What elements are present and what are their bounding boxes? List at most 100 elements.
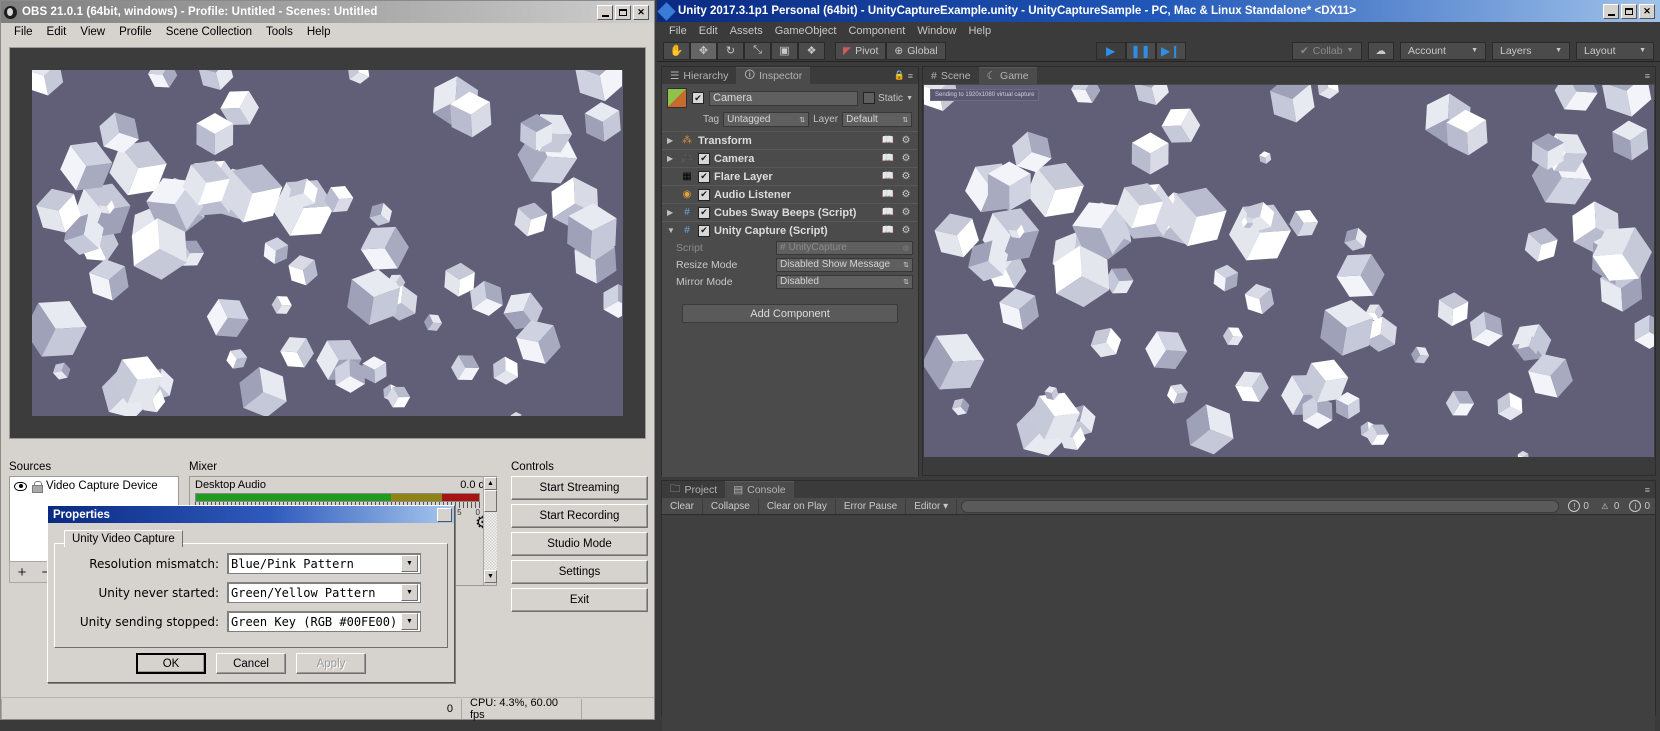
unity-minimize-button[interactable] [1603, 4, 1619, 19]
chevron-down-icon[interactable]: ▼ [401, 555, 418, 572]
add-component-button[interactable]: Add Component [682, 304, 898, 323]
obs-close-button[interactable]: ✕ [633, 5, 649, 20]
console-message-list[interactable] [662, 515, 1655, 731]
start-recording-button[interactable]: Start Recording [511, 504, 648, 528]
unity-menu-assets[interactable]: Assets [724, 23, 769, 39]
cancel-button[interactable]: Cancel [216, 653, 286, 674]
unity-menu-gameobject[interactable]: GameObject [769, 23, 843, 39]
gameobject-name-input[interactable]: Camera [709, 91, 858, 106]
component-camera[interactable]: ▶ 🎥 ✔ Camera 📖⚙ [662, 149, 918, 167]
list-item[interactable]: Video Capture Device [10, 477, 178, 495]
gear-icon[interactable]: ⚙ [899, 134, 913, 148]
resolution-mismatch-select[interactable]: Blue/Pink Pattern ▼ [227, 553, 421, 574]
settings-button[interactable]: Settings [511, 560, 648, 584]
obs-maximize-button[interactable] [615, 5, 631, 20]
pause-button[interactable]: ❚❚ [1126, 42, 1156, 60]
static-checkbox[interactable] [863, 92, 875, 104]
unity-maximize-button[interactable] [1621, 4, 1637, 19]
obs-menu-profile[interactable]: Profile [112, 24, 159, 40]
console-search-input[interactable] [961, 500, 1559, 513]
play-button[interactable]: ▶ [1096, 42, 1126, 60]
handle-space-button[interactable]: ⊕ Global [886, 42, 945, 60]
chevron-down-icon[interactable]: ▼ [401, 584, 418, 601]
scroll-thumb[interactable] [484, 490, 497, 512]
scroll-up-button[interactable]: ▲ [484, 477, 497, 490]
info-count-badge[interactable]: i 0 [1624, 500, 1655, 512]
error-count-badge[interactable]: ! 0 [1563, 500, 1594, 512]
chevron-down-icon[interactable]: ▼ [401, 613, 418, 630]
tab-project[interactable]: 🗀 Project [662, 481, 725, 498]
lock-icon[interactable]: 🔒 [894, 70, 905, 81]
menu-icon[interactable]: ≡ [908, 71, 913, 81]
clear-on-play-toggle[interactable]: Clear on Play [759, 499, 836, 514]
mirror-mode-select[interactable]: Disabled ⇅ [776, 275, 913, 289]
add-source-button[interactable]: + [10, 562, 34, 582]
component-enabled-checkbox[interactable]: ✔ [698, 189, 710, 201]
book-icon[interactable]: 📖 [881, 188, 895, 202]
gear-icon[interactable]: ⚙ [899, 170, 913, 184]
component-enabled-checkbox[interactable]: ✔ [698, 153, 710, 165]
scroll-down-button[interactable]: ▼ [484, 570, 497, 583]
scroll-track[interactable] [484, 512, 497, 570]
tab-scene[interactable]: # Scene [923, 67, 979, 84]
game-canvas[interactable]: Sending to 1920x1080 virtual capture [924, 85, 1654, 457]
gear-icon[interactable]: ⚙ [899, 188, 913, 202]
gear-icon[interactable]: ⚙ [899, 224, 913, 238]
gameobject-enabled-checkbox[interactable]: ✔ [692, 92, 704, 104]
exit-button[interactable]: Exit [511, 588, 648, 612]
book-icon[interactable]: 📖 [881, 224, 895, 238]
rect-tool-icon[interactable]: ▣ [771, 42, 798, 60]
obs-menu-tools[interactable]: Tools [259, 24, 300, 40]
cloud-button[interactable]: ☁ [1368, 42, 1395, 60]
lock-icon[interactable] [32, 481, 41, 491]
gear-icon[interactable]: ⚙ [899, 152, 913, 166]
obs-menu-help[interactable]: Help [300, 24, 338, 40]
unity-menu-help[interactable]: Help [962, 23, 997, 39]
tab-console[interactable]: ▤ Console [725, 481, 793, 498]
pivot-button[interactable]: ◤ Pivot [835, 42, 886, 60]
component-transform[interactable]: ▶ ⁂ Transform 📖⚙ [662, 131, 918, 149]
clear-button[interactable]: Clear [662, 499, 703, 514]
hand-tool-icon[interactable]: ✋ [663, 42, 690, 60]
component-unity-capture[interactable]: ▼ # ✔ Unity Capture (Script) 📖⚙ [662, 221, 918, 239]
layers-button[interactable]: Layers ▼ [1492, 42, 1570, 60]
obs-menu-scene-collection[interactable]: Scene Collection [159, 24, 259, 40]
obs-minimize-button[interactable] [597, 5, 613, 20]
studio-mode-button[interactable]: Studio Mode [511, 532, 648, 556]
tag-select[interactable]: Untagged ⇅ [723, 112, 809, 127]
gear-icon[interactable]: ⚙ [899, 206, 913, 220]
ok-button[interactable]: OK [136, 653, 206, 674]
collab-button[interactable]: ✔ Collab ▼ [1292, 42, 1362, 60]
book-icon[interactable]: 📖 [881, 152, 895, 166]
menu-icon[interactable]: ≡ [1645, 485, 1650, 495]
menu-icon[interactable]: ≡ [1645, 71, 1650, 81]
mixer-scrollbar[interactable]: ▲ ▼ [483, 477, 496, 585]
tab-hierarchy[interactable]: ☰ Hierarchy [662, 67, 736, 84]
resize-mode-select[interactable]: Disabled Show Message ⇅ [776, 258, 913, 272]
unity-never-started-select[interactable]: Green/Yellow Pattern ▼ [227, 582, 421, 603]
unity-close-button[interactable]: ✕ [1639, 4, 1655, 19]
component-cubes-sway-beeps[interactable]: ▶ # ✔ Cubes Sway Beeps (Script) 📖⚙ [662, 203, 918, 221]
component-enabled-checkbox[interactable]: ✔ [698, 225, 710, 237]
close-icon[interactable]: close-icon [437, 508, 452, 522]
editor-dropdown[interactable]: Editor ▾ [906, 499, 957, 514]
chevron-down-icon[interactable]: ▼ [906, 95, 913, 102]
object-picker-icon[interactable]: ◎ [903, 244, 909, 252]
rotate-tool-icon[interactable]: ↻ [717, 42, 744, 60]
tab-unity-video-capture[interactable]: Unity Video Capture [64, 530, 183, 547]
scale-tool-icon[interactable]: ⤡ [744, 42, 771, 60]
unity-menu-edit[interactable]: Edit [693, 23, 724, 39]
book-icon[interactable]: 📖 [881, 206, 895, 220]
warning-count-badge[interactable]: ⚠ 0 [1594, 500, 1625, 512]
unity-menu-window[interactable]: Window [911, 23, 962, 39]
start-streaming-button[interactable]: Start Streaming [511, 476, 648, 500]
book-icon[interactable]: 📖 [881, 134, 895, 148]
foldout-icon[interactable]: ▶ [667, 154, 676, 163]
component-enabled-checkbox[interactable]: ✔ [698, 171, 710, 183]
component-enabled-checkbox[interactable]: ✔ [698, 207, 710, 219]
layout-button[interactable]: Layout ▼ [1576, 42, 1654, 60]
obs-menu-file[interactable]: File [7, 24, 40, 40]
eye-icon[interactable] [14, 482, 27, 491]
obs-preview-canvas[interactable] [32, 70, 623, 416]
static-toggle[interactable]: Static ▼ [863, 92, 913, 104]
